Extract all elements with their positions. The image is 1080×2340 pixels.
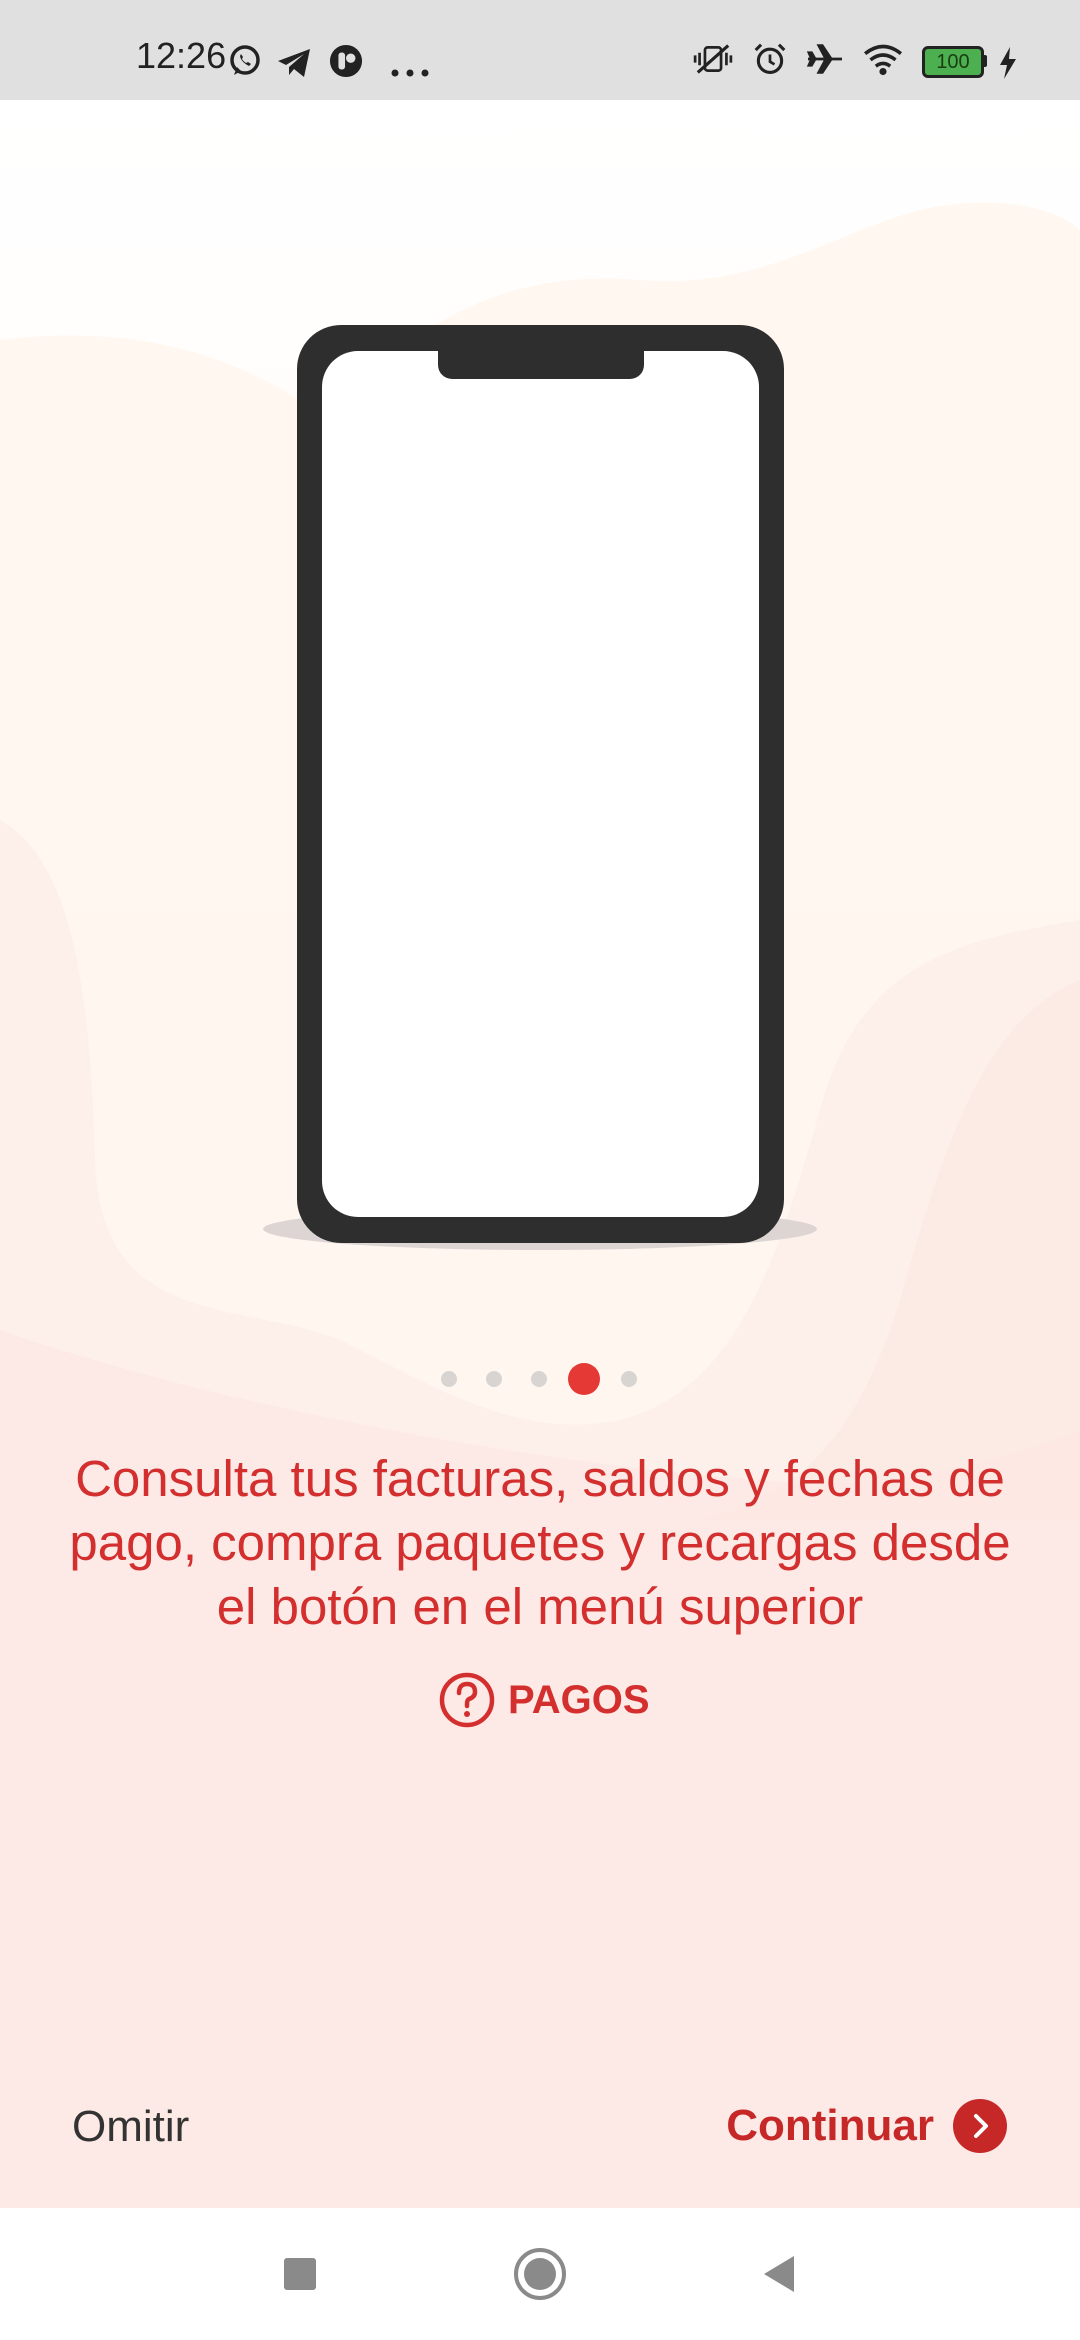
alarm-icon [754, 43, 786, 74]
status-time: 12:26 [136, 35, 227, 76]
mute-vibrate-icon [693, 44, 733, 74]
status-bar: 12:26 100 [0, 0, 1080, 100]
page-indicator [0, 1363, 1080, 1395]
continue-label: Continuar [726, 2101, 934, 2150]
charging-icon [1000, 47, 1016, 79]
wifi-icon [863, 44, 903, 76]
navigation-bar [0, 2208, 1080, 2340]
recents-square-icon[interactable] [272, 2246, 328, 2302]
continue-button[interactable]: Continuar [726, 2098, 1008, 2154]
page-dot-4-active [568, 1363, 600, 1395]
skip-button[interactable]: Omitir [72, 2100, 189, 2154]
phone-notch [438, 351, 644, 379]
telegram-icon [278, 49, 310, 77]
feature-label-row: PAGOS [438, 1670, 650, 1730]
onboarding-description: Consulta tus facturas, saldos y fechas d… [69, 1450, 1011, 1635]
chevron-right-circle-icon [953, 2099, 1007, 2153]
more-icon [391, 69, 429, 77]
whatsapp-icon [230, 45, 260, 75]
feature-label: PAGOS [508, 1677, 650, 1722]
battery-icon: 100 [922, 46, 987, 78]
page-dot-1 [441, 1371, 457, 1387]
phone-screen [322, 351, 759, 1217]
battery-cap [983, 55, 987, 67]
battery-level: 100 [936, 51, 970, 73]
back-triangle-icon[interactable] [752, 2246, 808, 2302]
airplane-icon [806, 44, 842, 74]
page-dot-3 [531, 1371, 547, 1387]
page-dot-5 [621, 1371, 637, 1387]
phone-illustration [297, 325, 784, 1243]
page-dot-2 [486, 1371, 502, 1387]
app-icon [329, 44, 363, 78]
question-circle-icon [439, 1672, 495, 1728]
home-circle-icon[interactable] [512, 2246, 568, 2302]
